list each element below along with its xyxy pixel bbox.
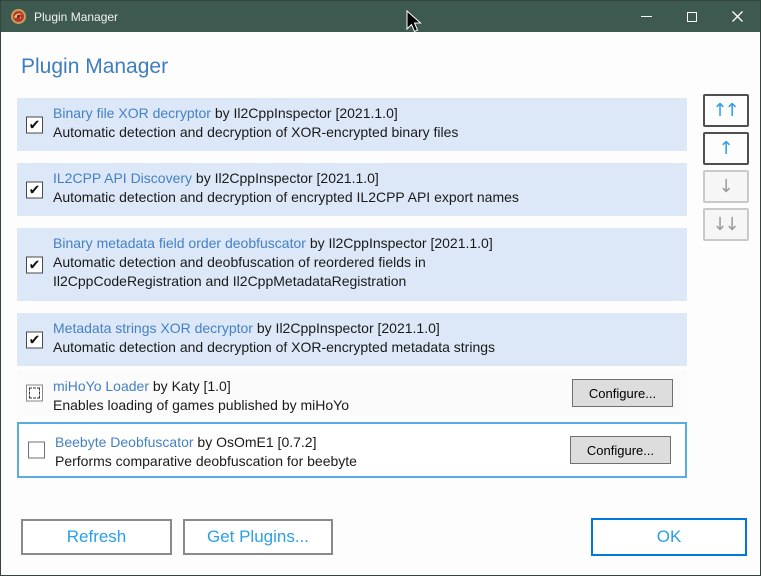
plugin-description: Automatic detection and decryption of XO… xyxy=(53,339,496,355)
refresh-button[interactable]: Refresh xyxy=(21,519,172,555)
maximize-button[interactable] xyxy=(669,1,714,32)
plugin-byline: by OsOmE1 [0.7.2] xyxy=(197,434,317,450)
plugin-name-link[interactable]: Binary metadata field order deobfuscator xyxy=(53,235,306,251)
window-title: Plugin Manager xyxy=(34,9,119,24)
plugin-name-link[interactable]: miHoYo Loader xyxy=(53,378,149,394)
minimize-button[interactable] xyxy=(624,1,669,32)
plugin-checkbox[interactable]: ✔ xyxy=(26,256,43,273)
minimize-icon xyxy=(641,16,652,17)
move-down-button[interactable]: ↓ xyxy=(703,170,749,203)
title-bar: Plugin Manager xyxy=(1,1,760,32)
plugin-name-link[interactable]: Binary file XOR decryptor xyxy=(53,105,211,121)
plugin-description: Automatic detection and decryption of XO… xyxy=(53,124,459,140)
get-plugins-button[interactable]: Get Plugins... xyxy=(183,519,333,555)
plugin-checkbox[interactable] xyxy=(26,384,43,402)
plugin-description: Enables loading of games published by mi… xyxy=(53,397,350,413)
plugin-checkbox[interactable]: ✔ xyxy=(26,181,43,198)
indeterminate-mark xyxy=(29,387,40,399)
plugin-checkbox[interactable] xyxy=(28,441,45,459)
plugin-byline: by Il2CppInspector [2021.1.0] xyxy=(214,105,398,121)
plugin-row-binary-file-xor-decryptor[interactable]: ✔ Binary file XOR decryptor by Il2CppIns… xyxy=(17,98,687,151)
configure-button[interactable]: Configure... xyxy=(570,436,671,464)
maximize-icon xyxy=(686,11,697,22)
close-button[interactable] xyxy=(715,1,760,32)
app-icon xyxy=(11,9,26,24)
plugin-row-binary-metadata-field-order-deobfuscator[interactable]: ✔ Binary metadata field order deobfuscat… xyxy=(17,228,687,301)
plugin-checkbox[interactable]: ✔ xyxy=(26,331,43,348)
move-to-top-button[interactable]: ↑↑ xyxy=(703,94,749,127)
plugin-row-metadata-strings-xor-decryptor[interactable]: ✔ Metadata strings XOR decryptor by Il2C… xyxy=(17,313,687,366)
page-title: Plugin Manager xyxy=(21,55,169,78)
close-icon xyxy=(732,11,743,22)
plugin-description: Automatic detection and deobfuscation of… xyxy=(53,254,426,289)
plugin-byline: by Katy [1.0] xyxy=(152,378,231,394)
move-to-bottom-button[interactable]: ↓↓ xyxy=(703,208,749,241)
plugin-byline: by Il2CppInspector [2021.1.0] xyxy=(309,235,493,251)
plugin-byline: by Il2CppInspector [2021.1.0] xyxy=(195,170,379,186)
plugin-byline: by Il2CppInspector [2021.1.0] xyxy=(256,320,440,336)
plugin-row-il2cpp-api-discovery[interactable]: ✔ IL2CPP API Discovery by Il2CppInspecto… xyxy=(17,163,687,216)
ok-button[interactable]: OK xyxy=(591,518,747,556)
plugin-name-link[interactable]: IL2CPP API Discovery xyxy=(53,170,192,186)
plugin-row-mihoyo-loader[interactable]: miHoYo Loader by Katy [1.0] Enables load… xyxy=(17,370,687,416)
configure-button[interactable]: Configure... xyxy=(572,379,673,407)
plugin-description: Automatic detection and decryption of en… xyxy=(53,189,519,205)
plugin-row-beebyte-deobfuscator[interactable]: Beebyte Deobfuscator by OsOmE1 [0.7.2] P… xyxy=(17,422,687,478)
plugin-checkbox[interactable]: ✔ xyxy=(26,116,43,133)
move-up-button[interactable]: ↑ xyxy=(703,132,749,165)
plugin-name-link[interactable]: Beebyte Deobfuscator xyxy=(55,434,194,450)
plugin-name-link[interactable]: Metadata strings XOR decryptor xyxy=(53,320,253,336)
plugin-description: Performs comparative deobfuscation for b… xyxy=(55,453,357,469)
plugin-manager-window: Plugin Manager Plugin Manager ✔ Binary f… xyxy=(0,0,761,576)
